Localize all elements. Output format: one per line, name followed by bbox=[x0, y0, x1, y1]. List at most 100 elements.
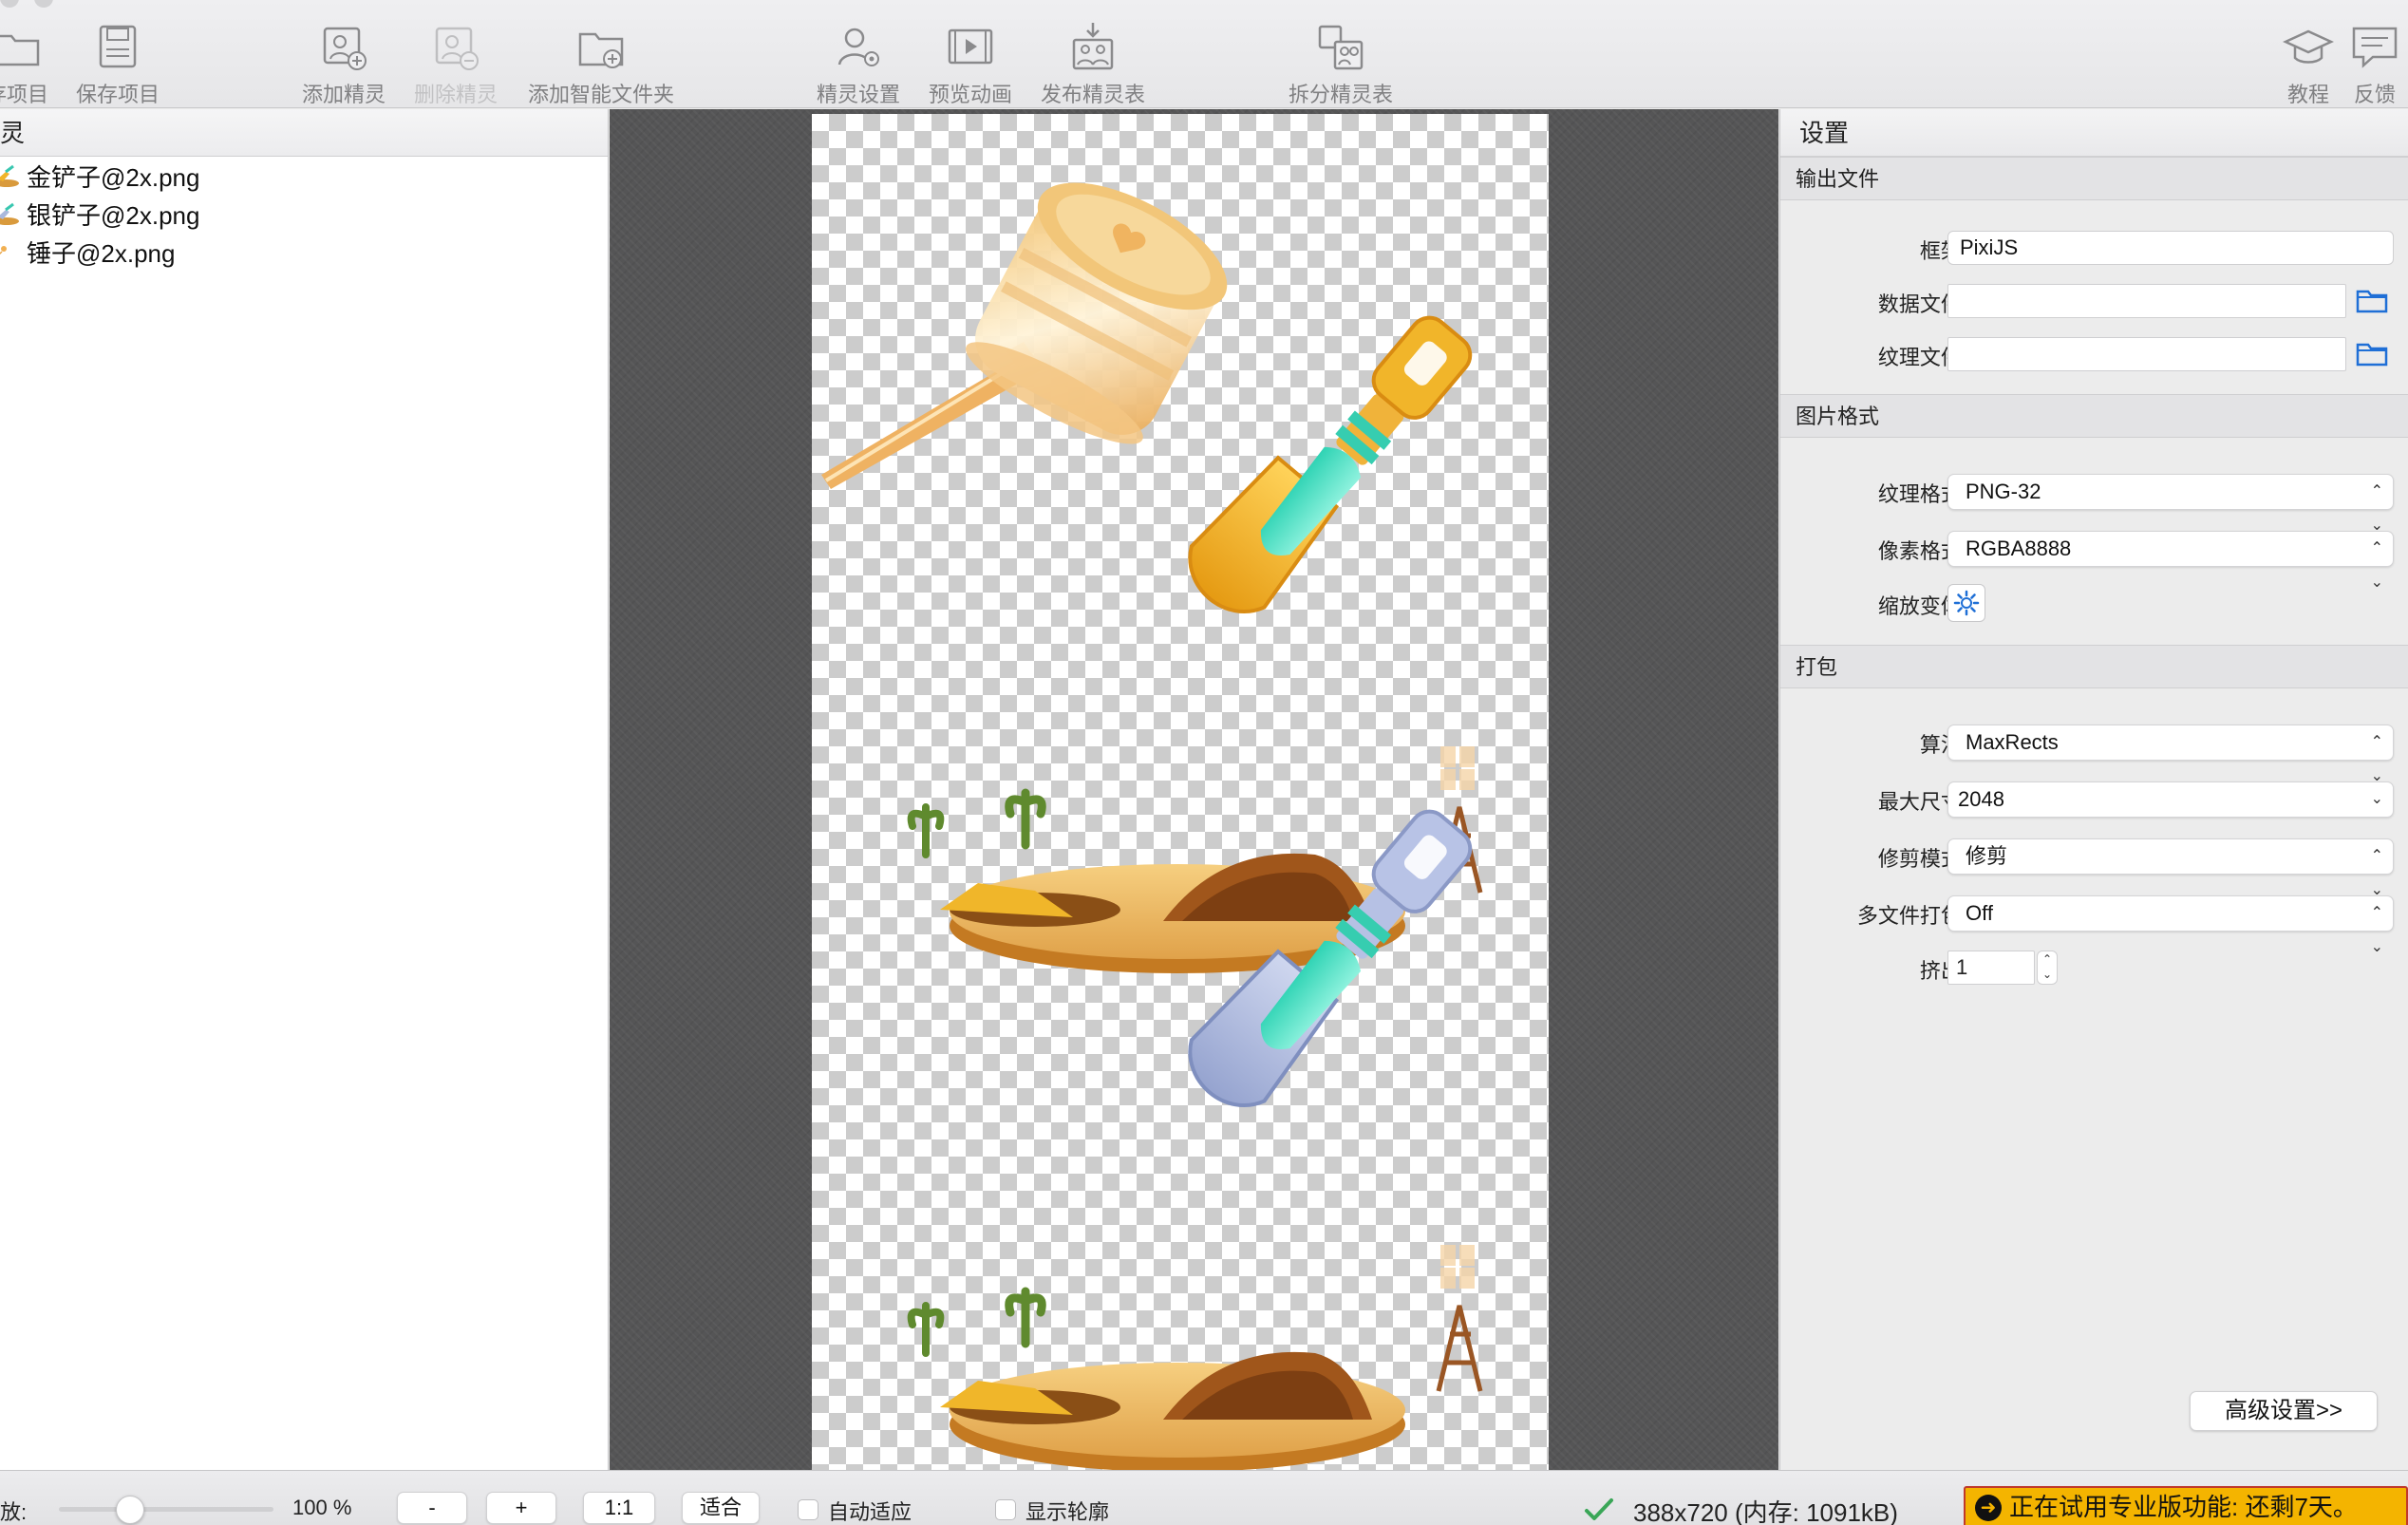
publish-sheet-icon bbox=[1072, 23, 1114, 70]
settings-panel: 设置 输出文件 框架: PixiJS 数据文件: 纹理文件: 图片格式 纹理格式… bbox=[1779, 109, 2408, 1470]
zoom-fit-button[interactable]: 适合 bbox=[682, 1492, 760, 1524]
add-smart-folder-icon bbox=[578, 32, 624, 68]
toolbar-open-project-button[interactable]: 存项目 bbox=[0, 0, 55, 108]
zoom-actual-size-button[interactable]: 1:1 bbox=[583, 1492, 655, 1524]
sprite-list-item[interactable]: 锤子@2x.png bbox=[0, 233, 608, 271]
pixel-format-select[interactable]: RGBA8888 ⌃ ⌄ bbox=[1947, 531, 2394, 591]
zoom-label: 放: bbox=[0, 1500, 28, 1524]
canvas-area[interactable] bbox=[610, 109, 1778, 1470]
sprite-list-header: 灵 bbox=[0, 109, 608, 157]
texture-format-row: 纹理格式: PNG-32 ⌃ ⌄ bbox=[1780, 466, 2408, 534]
scaling-variants-button[interactable] bbox=[1947, 584, 1985, 622]
sprite-sheet-preview bbox=[812, 114, 1549, 1470]
toolbar-split-sheet-button[interactable]: 拆分精灵表 bbox=[1286, 0, 1396, 108]
sprite-list-item[interactable]: 金铲子@2x.png bbox=[0, 157, 608, 195]
texture-file-field[interactable] bbox=[1947, 337, 2346, 371]
dig-site-sprite bbox=[907, 1245, 1483, 1470]
algorithm-row: 算法: MaxRects ⌃ ⌄ bbox=[1780, 717, 2408, 784]
sprite-list-item-label: 银铲子@2x.png bbox=[27, 200, 200, 230]
sprite-list-item[interactable]: 银铲子@2x.png bbox=[0, 195, 608, 233]
settings-title: 设置 bbox=[1780, 109, 2408, 157]
extrude-stepper[interactable]: ⌃ ⌄ bbox=[2037, 951, 2058, 985]
toolbar-label: 添加智能文件夹 bbox=[527, 83, 674, 106]
trial-banner[interactable]: ➜ 正在试用专业版功能: 还剩7天。 bbox=[1964, 1486, 2408, 1525]
toolbar-label: 添加精灵 bbox=[301, 83, 386, 106]
toolbar-delete-sprite-button[interactable]: 删除精灵 bbox=[408, 0, 503, 108]
section-image-format: 图片格式 bbox=[1780, 394, 2408, 438]
zoom-out-button[interactable]: - bbox=[397, 1492, 467, 1524]
folder-icon bbox=[0, 34, 40, 66]
trial-banner-text: 正在试用专业版功能: 还剩7天。 bbox=[2009, 1493, 2358, 1521]
preview-animation-icon bbox=[948, 28, 993, 65]
folder-icon[interactable] bbox=[2356, 286, 2388, 314]
trim-mode-row: 修剪模式: 修剪 ⌃ ⌄ bbox=[1780, 831, 2408, 898]
multipack-value: Off bbox=[1966, 901, 1993, 925]
multipack-select[interactable]: Off ⌃ ⌄ bbox=[1947, 895, 2394, 955]
zoom-slider-knob[interactable] bbox=[115, 1496, 144, 1524]
toolbar-sprite-settings-button[interactable]: 精灵设置 bbox=[811, 0, 906, 108]
toolbar-publish-sheet-button[interactable]: 发布精灵表 bbox=[1039, 0, 1147, 108]
feedback-icon bbox=[2352, 27, 2398, 68]
toolbar-preview-animation-button[interactable]: 预览动画 bbox=[923, 0, 1018, 108]
toolbar-add-sprite-button[interactable]: 添加精灵 bbox=[296, 0, 391, 108]
trim-mode-value: 修剪 bbox=[1966, 844, 2008, 868]
max-size-value: 2048 bbox=[1958, 787, 2004, 811]
max-size-row: 最大尺寸: 2048 ⌄ bbox=[1780, 774, 2408, 831]
toolbar-label: 教程 bbox=[2286, 83, 2329, 106]
show-outline-checkbox[interactable] bbox=[995, 1499, 1016, 1520]
save-icon bbox=[99, 25, 137, 68]
hammer-thumb-icon bbox=[0, 246, 7, 255]
arrow-right-icon: ➜ bbox=[1975, 1495, 2002, 1521]
toolbar-label: 拆分精灵表 bbox=[1288, 83, 1393, 106]
sprite-settings-icon bbox=[837, 28, 879, 66]
auto-fit-checkbox[interactable] bbox=[798, 1499, 818, 1520]
trim-mode-select[interactable]: 修剪 ⌃ ⌄ bbox=[1947, 838, 2394, 898]
toolbar-label: 删除精灵 bbox=[413, 83, 498, 106]
texture-format-select[interactable]: PNG-32 ⌃ ⌄ bbox=[1947, 474, 2394, 534]
toolbar: 存项目 保存项目 添加精灵 删除精灵 添加智能文件夹 精灵设置 预览动画 发布精… bbox=[0, 0, 2408, 108]
toolbar-label: 反馈 bbox=[2353, 83, 2396, 106]
checkmark-icon bbox=[1585, 1498, 1613, 1520]
show-outline-label: 显示轮廓 bbox=[1025, 1500, 1110, 1524]
zoom-slider[interactable] bbox=[59, 1507, 273, 1512]
sprite-list-item-label: 金铲子@2x.png bbox=[27, 162, 200, 192]
sprite-list-panel: 灵 金铲子@2x.png 银铲子@2x.png 锤子@2x.png bbox=[0, 109, 609, 1470]
framework-field[interactable]: PixiJS bbox=[1947, 231, 2394, 265]
section-packing: 打包 bbox=[1780, 645, 2408, 688]
multipack-row: 多文件打包: Off ⌃ ⌄ bbox=[1780, 888, 2408, 955]
toolbar-save-project-button[interactable]: 保存项目 bbox=[70, 0, 165, 108]
sprite-sheet-artwork bbox=[821, 182, 1483, 1470]
texture-format-value: PNG-32 bbox=[1966, 480, 2041, 503]
gold-shovel-sprite bbox=[1188, 315, 1473, 613]
pixel-format-row: 像素格式: RGBA8888 ⌃ ⌄ bbox=[1780, 523, 2408, 591]
framework-row: 框架: PixiJS bbox=[1780, 223, 2408, 276]
algorithm-select[interactable]: MaxRects ⌃ ⌄ bbox=[1947, 725, 2394, 784]
toolbar-feedback-button[interactable]: 反馈 bbox=[2342, 0, 2408, 108]
extrude-field[interactable]: 1 bbox=[1947, 951, 2035, 985]
algorithm-value: MaxRects bbox=[1966, 730, 2059, 754]
folder-icon[interactable] bbox=[2356, 339, 2388, 367]
advanced-settings-button[interactable]: 高级设置>> bbox=[2190, 1391, 2378, 1431]
add-sprite-icon bbox=[323, 27, 367, 70]
toolbar-tutorial-button[interactable]: 教程 bbox=[2275, 0, 2342, 108]
scaling-variants-row: 缩放变体: bbox=[1780, 578, 2408, 631]
max-size-combobox[interactable]: 2048 ⌄ bbox=[1947, 781, 2394, 818]
toolbar-label: 精灵设置 bbox=[816, 83, 900, 106]
delete-sprite-icon bbox=[435, 27, 479, 70]
extrude-row: 挤出: 1 ⌃ ⌄ bbox=[1780, 943, 2408, 996]
data-file-field[interactable] bbox=[1947, 284, 2346, 318]
toolbar-label: 预览动画 bbox=[928, 83, 1012, 106]
zoom-value: 100 % bbox=[292, 1496, 352, 1519]
toolbar-label: 发布精灵表 bbox=[1040, 83, 1145, 106]
sheet-size-info: 388x720 (内存: 1091kB) bbox=[1633, 1498, 1898, 1525]
toolbar-add-smart-folder-button[interactable]: 添加智能文件夹 bbox=[524, 0, 678, 108]
chevron-down-icon: ⌄ bbox=[2370, 791, 2383, 807]
gear-icon bbox=[1953, 590, 1980, 616]
texture-file-row: 纹理文件: bbox=[1780, 329, 2408, 383]
toolbar-label: 保存项目 bbox=[75, 83, 160, 106]
toolbar-label: 存项目 bbox=[0, 83, 48, 106]
pixel-format-value: RGBA8888 bbox=[1966, 537, 2072, 560]
split-sheet-icon bbox=[1318, 25, 1364, 70]
auto-fit-label: 自动适应 bbox=[828, 1500, 912, 1524]
zoom-in-button[interactable]: + bbox=[486, 1492, 556, 1524]
